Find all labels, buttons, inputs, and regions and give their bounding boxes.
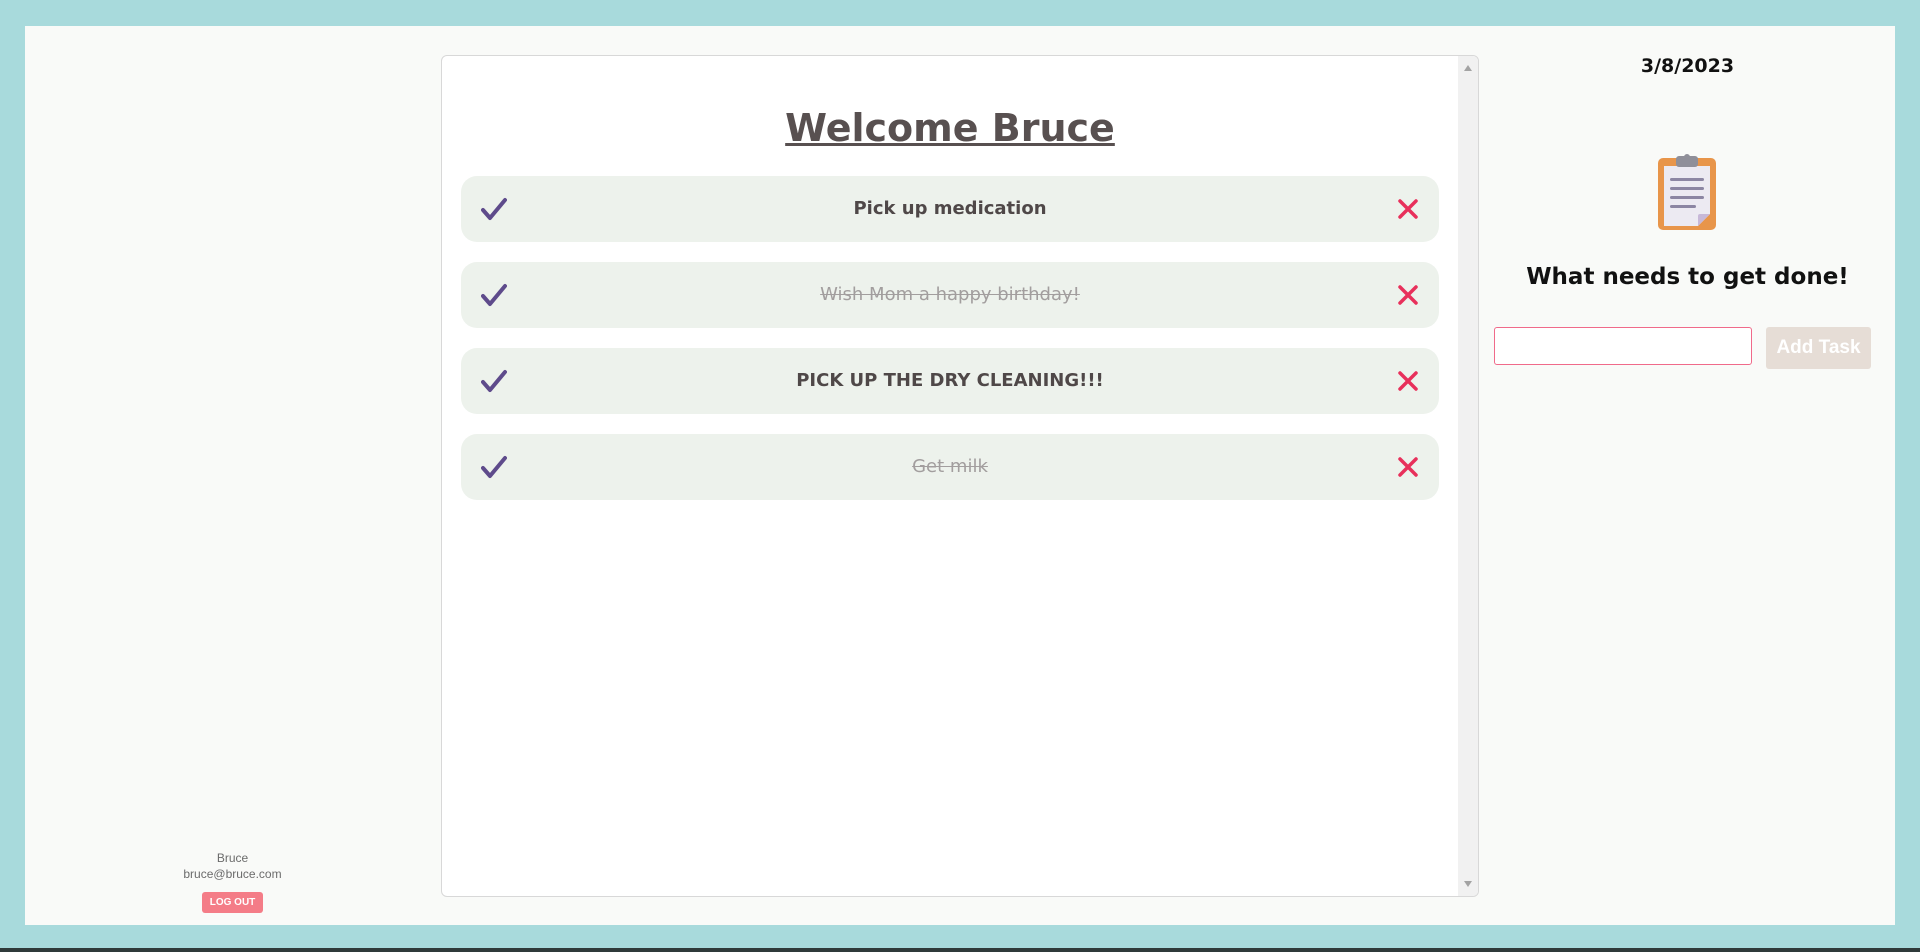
task-label: Pick up medication	[853, 198, 1047, 219]
add-task-button[interactable]: Add Task	[1766, 327, 1871, 369]
close-icon[interactable]	[1397, 370, 1419, 392]
close-icon[interactable]	[1397, 198, 1419, 220]
task-label: Get milk	[912, 456, 988, 477]
scrollbar[interactable]	[1458, 56, 1478, 896]
user-name: Bruce	[216, 851, 249, 865]
close-icon[interactable]	[1397, 284, 1419, 306]
task-item: Pick up medication	[461, 176, 1439, 242]
bottom-border	[0, 948, 1920, 952]
task-label: Wish Mom a happy birthday!	[820, 284, 1080, 305]
task-item: Wish Mom a happy birthday!	[461, 262, 1439, 328]
prompt-heading: What needs to get done!	[1526, 264, 1849, 290]
new-task-input[interactable]	[1494, 327, 1752, 365]
current-date: 3/8/2023	[1640, 55, 1735, 77]
task-label: PICK UP THE DRY CLEANING!!!	[796, 370, 1104, 391]
user-panel: Bruce bruce@bruce.com LOG OUT	[160, 850, 305, 913]
welcome-heading: Welcome Bruce	[785, 106, 1115, 150]
close-icon[interactable]	[1397, 456, 1419, 478]
check-icon[interactable]	[481, 455, 507, 479]
user-email: bruce@bruce.com	[183, 867, 282, 881]
check-icon[interactable]	[481, 197, 507, 221]
scroll-down-arrow-icon[interactable]	[1464, 881, 1472, 887]
task-item: PICK UP THE DRY CLEANING!!!	[461, 348, 1439, 414]
task-item: Get milk	[461, 434, 1439, 500]
task-list-panel: Welcome Bruce Pick up medication Wish Mo…	[441, 55, 1479, 897]
check-icon[interactable]	[481, 283, 507, 307]
scroll-up-arrow-icon[interactable]	[1464, 65, 1472, 71]
check-icon[interactable]	[481, 369, 507, 393]
clipboard-icon	[1658, 154, 1716, 230]
task-list-content: Welcome Bruce Pick up medication Wish Mo…	[442, 56, 1458, 896]
logout-button[interactable]: LOG OUT	[201, 892, 264, 913]
